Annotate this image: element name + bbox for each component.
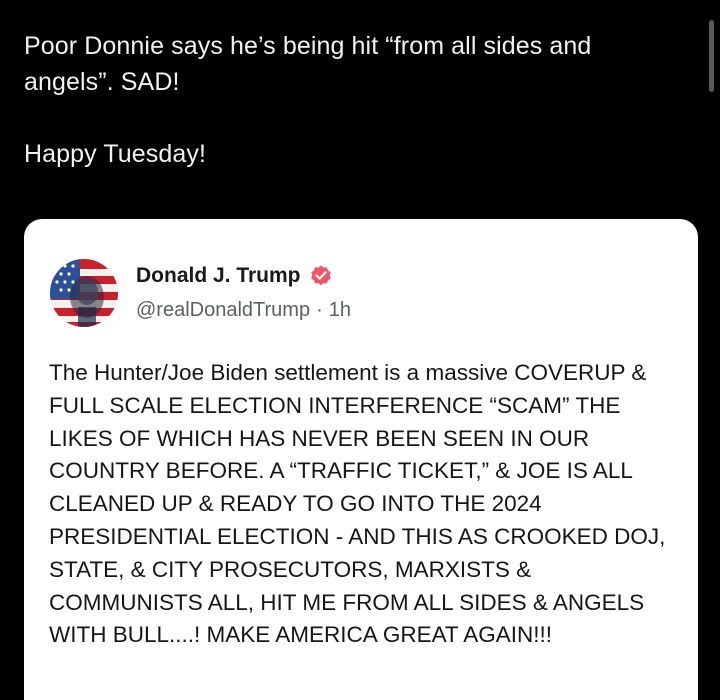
post-timestamp[interactable]: 1h (329, 299, 351, 322)
author-handle-row: @realDonaldTrump · 1h (136, 299, 351, 322)
post-line-2: Happy Tuesday! (24, 140, 207, 168)
scrollbar[interactable] (709, 20, 714, 92)
quoted-post-body: The Hunter/Joe Biden settlement is a mas… (49, 360, 666, 648)
separator-dot: · (316, 299, 323, 321)
author-handle[interactable]: @realDonaldTrump (136, 299, 310, 322)
verified-badge-icon (309, 264, 333, 288)
avatar[interactable] (50, 259, 118, 327)
post-line-1: Poor Donnie says he’s being hit “from al… (24, 32, 592, 96)
author-display-name[interactable]: Donald J. Trump (136, 264, 301, 288)
author-name-row: Donald J. Trump (136, 261, 333, 291)
quoted-post-card[interactable]: Donald J. Trump @realDonaldTrump · 1h Th… (24, 219, 698, 700)
post-text: Poor Donnie says he’s being hit “from al… (24, 28, 684, 172)
